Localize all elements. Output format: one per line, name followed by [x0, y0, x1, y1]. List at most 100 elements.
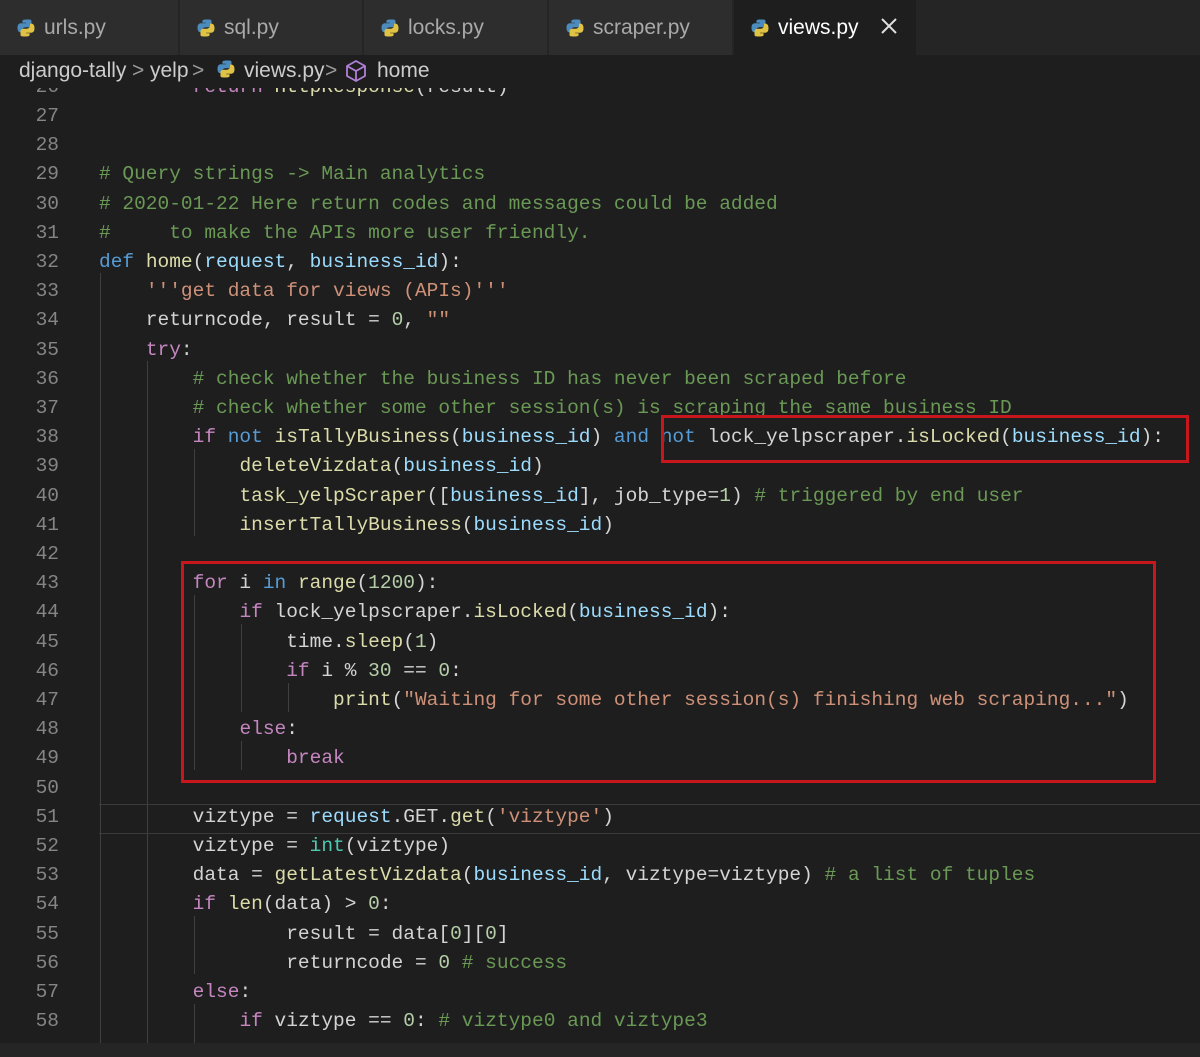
- code-line: 54 if len(data) > 0:: [0, 890, 1200, 919]
- line-number: 47: [35, 689, 59, 711]
- code-text: # to make the APIs more user friendly.: [99, 221, 591, 244]
- line-number: 27: [35, 105, 59, 127]
- line-number: 45: [35, 630, 59, 653]
- line-number: 34: [35, 309, 59, 332]
- code-text: viztype = int(viztype): [99, 835, 451, 857]
- line-number: 56: [35, 951, 59, 974]
- python-icon: [750, 18, 770, 38]
- code-text: deleteVizdata(business_id): [239, 455, 544, 478]
- code-text: # check whether some other session(s) is…: [192, 397, 1012, 419]
- code-text: result = data[0][0]: [99, 922, 509, 945]
- python-icon: [16, 18, 36, 38]
- line-number: 36: [35, 367, 59, 390]
- line-number: 57: [35, 981, 59, 1003]
- code-line: 28: [0, 131, 1200, 160]
- code-line: 34 returncode, result = 0, "": [0, 306, 1200, 335]
- close-icon[interactable]: [876, 13, 902, 39]
- indent-guide: [288, 683, 289, 712]
- code-text: break: [286, 747, 345, 770]
- tab-scraper-py[interactable]: scraper.py: [549, 0, 732, 55]
- code-text: if i % 30 == 0:: [286, 659, 462, 682]
- line-number: 52: [35, 835, 59, 857]
- code-text: def home(request, business_id):: [99, 251, 462, 273]
- code-line: 27: [0, 102, 1200, 131]
- code-line: 45 time.sleep(1): [0, 628, 1200, 657]
- python-icon: [196, 18, 216, 38]
- code-line: 41 insertTallyBusiness(business_id): [0, 511, 1200, 540]
- code-line: 29 # Query strings -> Main analytics: [0, 160, 1200, 189]
- code-text: try:: [145, 338, 193, 361]
- code-text: task_yelpScraper([business_id], job_type…: [239, 484, 1024, 507]
- indent-guide: [241, 741, 242, 770]
- code-line-partial: 26 return HttpResponse(result): [0, 88, 1200, 102]
- line-number: 55: [35, 922, 59, 945]
- breadcrumb-separator: >: [132, 59, 145, 82]
- indent-guide: [194, 449, 195, 536]
- code-text: print("Waiting for some other session(s)…: [333, 689, 1129, 711]
- line-number: 29: [35, 163, 59, 186]
- line-number: 28: [35, 134, 59, 157]
- code-line: 33 '''get data for views (APIs)''': [0, 277, 1200, 306]
- code-line: 49 break: [0, 744, 1200, 773]
- code-line: 44 if lock_yelpscraper.isLocked(business…: [0, 598, 1200, 627]
- python-icon: [216, 59, 236, 79]
- code-line: 31 # to make the APIs more user friendly.: [0, 219, 1200, 248]
- line-number: 44: [35, 601, 59, 624]
- editor-tab-bar: urls.py sql.py locks.py scraper.py views…: [0, 0, 1200, 55]
- breadcrumb-separator: >: [325, 59, 338, 82]
- tab-locks-py[interactable]: locks.py: [364, 0, 547, 55]
- code-line: 43 for i in range(1200):: [0, 569, 1200, 598]
- breadcrumb-folder-django-tally[interactable]: django-tally: [19, 59, 126, 83]
- tab-label: sql.py: [224, 15, 279, 39]
- breadcrumb: django-tally > yelp > views.py > home: [0, 55, 1200, 88]
- code-line: 32 def home(request, business_id):: [0, 248, 1200, 277]
- indent-guide: [100, 273, 101, 1057]
- line-number: 30: [35, 192, 59, 215]
- breadcrumb-file-views-py[interactable]: views.py: [244, 59, 325, 83]
- code-text: # check whether the business ID has neve…: [192, 367, 907, 390]
- code-line: 53 data = getLatestVizdata(business_id, …: [0, 861, 1200, 890]
- code-text: for i in range(1200):: [192, 572, 439, 595]
- line-number: 54: [35, 893, 59, 916]
- tab-sql-py[interactable]: sql.py: [180, 0, 362, 55]
- code-text: returncode = 0 # success: [99, 951, 568, 974]
- code-line: 50: [0, 774, 1200, 803]
- code-text: # 2020-01-22 Here return codes and messa…: [99, 192, 778, 215]
- line-number: 48: [35, 718, 59, 741]
- code-editor[interactable]: 26 return HttpResponse(result) 27 28 29 # Q…: [0, 88, 1200, 1057]
- tab-label: views.py: [778, 15, 859, 39]
- tab-label: urls.py: [44, 15, 106, 39]
- horizontal-scrollbar[interactable]: [0, 1043, 1200, 1057]
- line-number: 26: [36, 88, 59, 102]
- code-line: 57 else:: [0, 978, 1200, 1007]
- code-line: 52 viztype = int(viztype): [0, 832, 1200, 861]
- code-text: if viztype == 0: # viztype0 and viztype3: [239, 1010, 708, 1033]
- breadcrumb-folder-yelp[interactable]: yelp: [150, 59, 189, 83]
- line-number: 42: [35, 543, 59, 565]
- code-text: data = getLatestVizdata(business_id, viz…: [99, 864, 1036, 887]
- line-number: 39: [35, 455, 59, 478]
- code-line: 40 task_yelpScraper([business_id], job_t…: [0, 482, 1200, 511]
- tab-views-py[interactable]: views.py: [734, 0, 916, 55]
- code-line: 36 # check whether the business ID has n…: [0, 365, 1200, 394]
- code-text: returncode, result = 0, "": [99, 309, 451, 332]
- code-line: 37 # check whether some other session(s)…: [0, 394, 1200, 423]
- line-number: 37: [35, 397, 59, 419]
- code-text: else:: [192, 981, 252, 1003]
- line-number: 35: [35, 338, 59, 361]
- line-number: 53: [35, 864, 59, 887]
- breadcrumb-symbol-home[interactable]: home: [377, 59, 430, 83]
- code-line: 30 # 2020-01-22 Here return codes and mes…: [0, 190, 1200, 219]
- line-number: 33: [35, 280, 59, 303]
- tab-urls-py[interactable]: urls.py: [0, 0, 178, 55]
- line-number: 38: [35, 426, 59, 449]
- line-number: 58: [35, 1010, 59, 1033]
- code-line: 38 if not isTallyBusiness(business_id) a…: [0, 423, 1200, 452]
- line-number: 40: [35, 484, 59, 507]
- code-line: 35 try:: [0, 336, 1200, 365]
- code-text: if len(data) > 0:: [192, 893, 392, 916]
- line-number: 31: [35, 221, 59, 244]
- code-text: time.sleep(1): [99, 630, 439, 653]
- line-number: 50: [35, 776, 59, 799]
- indent-guide: [194, 916, 195, 974]
